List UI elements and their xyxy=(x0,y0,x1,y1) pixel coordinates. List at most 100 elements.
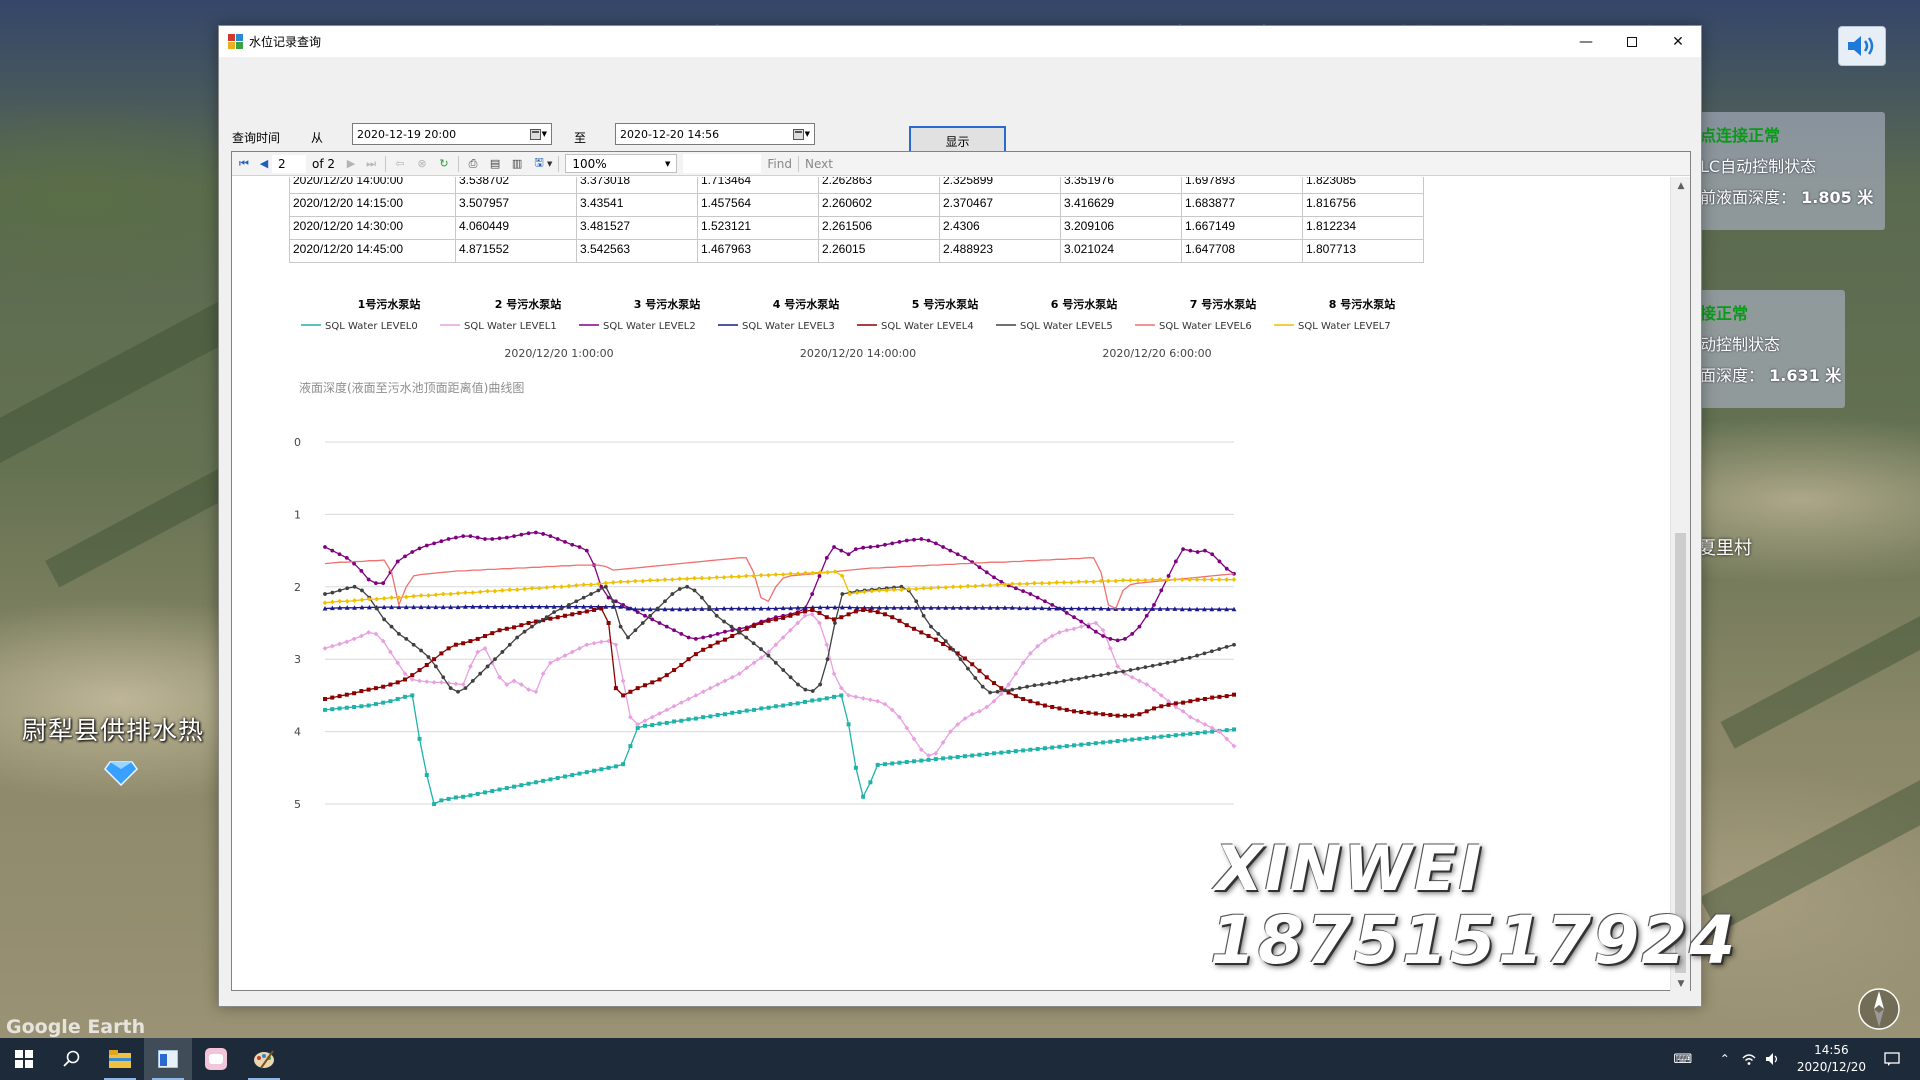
data-point xyxy=(664,720,669,725)
data-point xyxy=(1120,577,1126,583)
data-point xyxy=(995,689,1000,694)
data-point xyxy=(352,584,357,589)
print-layout-button[interactable]: ▤ xyxy=(487,156,503,172)
export-button[interactable]: 🖫 xyxy=(531,156,547,172)
data-point xyxy=(352,704,357,709)
data-point xyxy=(897,618,902,623)
start-button[interactable] xyxy=(0,1038,48,1080)
from-date-picker[interactable]: 2020-12-19 20:00 ▼ xyxy=(352,123,552,145)
data-point xyxy=(584,609,589,614)
back-button[interactable]: ⇦ xyxy=(392,156,408,172)
data-point xyxy=(701,635,706,640)
find-input[interactable] xyxy=(683,154,762,173)
data-point xyxy=(1072,615,1076,620)
input-method-icon[interactable]: ⌨ xyxy=(1671,1052,1695,1067)
data-point xyxy=(468,639,473,644)
data-point xyxy=(468,664,473,669)
data-point xyxy=(1217,559,1222,564)
previous-page-button[interactable]: ◀ xyxy=(256,156,272,172)
calendar-dropdown-button[interactable]: ▼ xyxy=(786,126,810,142)
network-icon[interactable] xyxy=(1737,1052,1761,1066)
data-point xyxy=(1144,613,1149,618)
chevron-up-icon[interactable]: ⌃ xyxy=(1713,1052,1737,1066)
scroll-up-icon[interactable]: ▲ xyxy=(1671,181,1691,191)
data-point xyxy=(933,637,938,642)
data-point xyxy=(1179,577,1185,582)
data-point xyxy=(984,675,989,680)
data-point xyxy=(1136,666,1140,671)
current-page-input[interactable]: 2 xyxy=(272,154,306,173)
last-page-button[interactable]: ⏭ xyxy=(363,156,379,172)
title-bar[interactable]: 水位记录查询 — ✕ xyxy=(219,26,1701,57)
data-point xyxy=(766,653,771,658)
data-point xyxy=(533,689,539,695)
zoom-select[interactable]: 100% ▼ xyxy=(565,154,678,173)
data-point xyxy=(439,539,444,544)
first-page-button[interactable]: ⏮ xyxy=(236,156,252,172)
data-point xyxy=(566,603,571,607)
page-setup-button[interactable]: ▥ xyxy=(509,156,525,172)
notification-icon[interactable] xyxy=(1880,1052,1904,1066)
data-point xyxy=(591,640,597,646)
print-button[interactable]: ⎙ xyxy=(465,156,481,172)
search-button[interactable] xyxy=(48,1038,96,1080)
data-point xyxy=(1079,710,1084,715)
data-point xyxy=(773,704,778,709)
data-point xyxy=(773,660,778,665)
data-point xyxy=(584,642,590,648)
data-point xyxy=(526,781,531,786)
data-point xyxy=(685,584,690,589)
data-point xyxy=(555,537,560,541)
data-point xyxy=(475,649,481,655)
data-point xyxy=(477,589,483,595)
data-point xyxy=(1042,703,1047,708)
export-dropdown-icon[interactable]: ▼ xyxy=(547,160,552,168)
data-point xyxy=(497,787,502,792)
data-point xyxy=(743,573,749,579)
vertical-scrollbar[interactable]: ▲ ▼ xyxy=(1670,177,1690,991)
data-point xyxy=(693,716,698,721)
calendar-dropdown-button[interactable]: ▼ xyxy=(523,126,547,142)
data-point xyxy=(1106,671,1111,676)
data-point xyxy=(388,699,393,704)
paint-app[interactable] xyxy=(240,1038,288,1080)
minimize-button[interactable]: — xyxy=(1563,26,1609,57)
next-page-button[interactable]: ▶ xyxy=(343,156,359,172)
to-date-picker[interactable]: 2020-12-20 14:56 ▼ xyxy=(615,123,815,145)
data-point xyxy=(344,692,349,697)
series-line xyxy=(324,585,1235,694)
data-point xyxy=(970,753,975,758)
close-button[interactable]: ✕ xyxy=(1655,26,1701,57)
refresh-button[interactable]: ↻ xyxy=(436,156,452,172)
data-point xyxy=(475,535,480,540)
map-location-label: 尉犁县供排水热 xyxy=(22,716,205,745)
clock-date: 2020/12/20 xyxy=(1796,1060,1866,1074)
series-line xyxy=(324,557,1235,610)
data-point xyxy=(729,674,735,680)
find-link[interactable]: Find xyxy=(767,157,792,171)
data-point xyxy=(1025,684,1029,689)
data-point xyxy=(1101,712,1106,717)
data-point xyxy=(766,705,771,710)
diamond-marker-icon[interactable] xyxy=(104,758,138,786)
volume-icon[interactable] xyxy=(1761,1052,1785,1066)
data-point xyxy=(548,616,553,621)
water-monitor-app[interactable] xyxy=(144,1038,192,1080)
stop-button[interactable]: ⊗ xyxy=(414,156,430,172)
data-point xyxy=(563,540,567,544)
data-point xyxy=(426,593,431,598)
data-point xyxy=(358,633,364,639)
file-explorer-app[interactable] xyxy=(96,1038,144,1080)
maximize-button[interactable] xyxy=(1609,26,1655,57)
next-link[interactable]: Next xyxy=(805,157,833,171)
messenger-app[interactable] xyxy=(192,1038,240,1080)
clock[interactable]: 14:56 2020/12/20 xyxy=(1797,1042,1866,1076)
data-point xyxy=(773,617,778,622)
compass-icon[interactable] xyxy=(1855,985,1903,1033)
data-point xyxy=(722,712,727,717)
data-point xyxy=(470,679,475,683)
data-point xyxy=(492,588,498,594)
scroll-down-icon[interactable]: ▼ xyxy=(1671,979,1691,989)
data-point xyxy=(662,577,668,582)
speaker-button[interactable] xyxy=(1838,26,1886,66)
